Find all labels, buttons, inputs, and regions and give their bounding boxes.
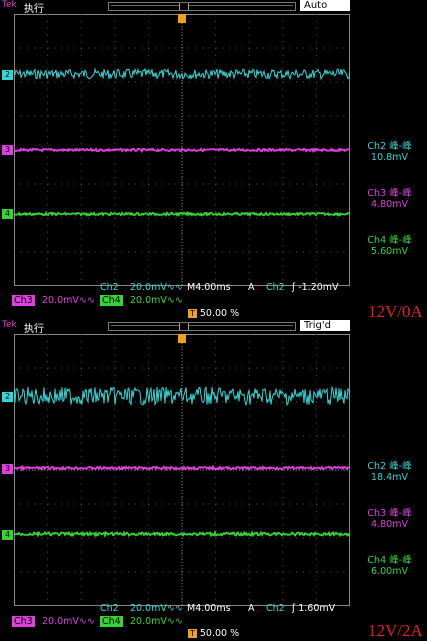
- ch3-scale: 20.0mV∿∿: [42, 295, 95, 306]
- trigger-position-icon: [178, 334, 186, 343]
- ch2-scale: 20.0mV∿∿: [130, 282, 183, 293]
- status-bar: Tek 执行 Trig'd: [0, 320, 427, 335]
- ch3-label: Ch3: [12, 295, 35, 306]
- measurement-ch4: Ch4 峰-峰 5.60mV: [352, 235, 427, 257]
- ch2-marker: 2: [2, 70, 13, 80]
- trigger-source: Ch2: [266, 282, 285, 293]
- trigger-position-value: 50.00 %: [199, 308, 240, 319]
- ch4-label: Ch4: [100, 616, 123, 627]
- trigger-t-icon: T: [188, 629, 197, 638]
- condition-label: 12V/0A: [368, 302, 423, 321]
- trigger-position: T 50.00 %: [188, 308, 239, 319]
- graticule-svg: [14, 334, 350, 606]
- trigger-mode: A: [248, 282, 255, 293]
- graticule-svg: [14, 14, 350, 286]
- status-bar: Tek 执行 Auto: [0, 0, 427, 15]
- ch3-label: Ch3: [12, 616, 35, 627]
- ch2-label: Ch2: [100, 603, 119, 614]
- scope-panel-1: Tek 执行 Auto 2 3 4 Ch2 峰-峰 10.8mV Ch3 峰-峰…: [0, 0, 427, 321]
- record-position-bar: [108, 322, 296, 331]
- measurement-ch2: Ch2 峰-峰 10.8mV: [352, 141, 427, 163]
- ch3-scale: 20.0mV∿∿: [42, 616, 95, 627]
- measurement-title: Ch2 峰-峰: [367, 141, 412, 152]
- measurement-ch3: Ch3 峰-峰 4.80mV: [352, 188, 427, 210]
- scale-row-1: Ch2 20.0mV∿∿ M4.00ms A Ch2 ʃ 1.60mV: [0, 603, 427, 614]
- measurement-title: Ch3 峰-峰: [367, 508, 412, 519]
- run-label: 执行: [24, 4, 44, 15]
- ch4-marker: 4: [2, 530, 13, 540]
- trigger-state: Trig'd: [300, 320, 350, 331]
- run-state: Tek: [2, 0, 17, 10]
- ch4-scale: 20.0mV∿∿: [130, 616, 183, 627]
- ch3-trace: [14, 464, 350, 472]
- measurement-ch2: Ch2 峰-峰 18.4mV: [352, 461, 427, 483]
- ch3-trace: [14, 147, 350, 154]
- measurement-value: 4.80mV: [371, 519, 408, 530]
- graticule: [14, 334, 350, 606]
- ch3-marker: 3: [2, 464, 13, 474]
- trigger-mode: A: [248, 603, 255, 614]
- scope-panel-2: Tek 执行 Trig'd 2 3 4 Ch2 峰-峰 18.4mV Ch3 峰…: [0, 320, 427, 640]
- condition-label: 12V/2A: [368, 621, 423, 640]
- scale-row-1: Ch2 20.0mV∿∿ M4.00ms A Ch2 ʃ -1.20mV: [0, 282, 427, 293]
- ch4-marker: 4: [2, 209, 13, 219]
- ch3-marker: 3: [2, 145, 13, 155]
- ch4-label: Ch4: [100, 295, 123, 306]
- ch4-scale: 20.0mV∿∿: [130, 295, 183, 306]
- ch4-trace: [14, 210, 350, 217]
- ch2-scale: 20.0mV∿∿: [130, 603, 183, 614]
- record-position-bar: [108, 2, 296, 11]
- run-label: 执行: [24, 324, 44, 335]
- trigger-state: Auto: [300, 0, 350, 11]
- measurement-title: Ch4 峰-峰: [367, 235, 412, 246]
- trigger-position-icon: [178, 14, 186, 23]
- measurement-value: 10.8mV: [371, 152, 408, 163]
- trigger-level: ʃ -1.20mV: [292, 282, 339, 293]
- trigger-level: ʃ 1.60mV: [292, 603, 336, 614]
- scale-row-2: Ch3 20.0mV∿∿ Ch4 20.0mV∿∿: [0, 616, 427, 627]
- measurement-ch4: Ch4 峰-峰 6.00mV: [352, 555, 427, 577]
- timebase: M4.00ms: [187, 603, 231, 614]
- measurement-value: 5.60mV: [371, 246, 408, 257]
- measurement-value: 4.80mV: [371, 199, 408, 210]
- run-state: Tek: [2, 320, 17, 330]
- measurement-title: Ch4 峰-峰: [367, 555, 412, 566]
- graticule: [14, 14, 350, 286]
- ch2-label: Ch2: [100, 282, 119, 293]
- measurement-value: 18.4mV: [371, 472, 408, 483]
- trigger-source: Ch2: [266, 603, 285, 614]
- measurement-title: Ch3 峰-峰: [367, 188, 412, 199]
- timebase: M4.00ms: [187, 282, 231, 293]
- trigger-t-icon: T: [188, 309, 197, 318]
- trigger-position: T 50.00 %: [188, 628, 239, 639]
- measurement-value: 6.00mV: [371, 566, 408, 577]
- trigger-position-value: 50.00 %: [199, 628, 240, 639]
- ch2-marker: 2: [2, 392, 13, 402]
- scale-row-2: Ch3 20.0mV∿∿ Ch4 20.0mV∿∿: [0, 295, 427, 306]
- measurement-ch3: Ch3 峰-峰 4.80mV: [352, 508, 427, 530]
- measurement-title: Ch2 峰-峰: [367, 461, 412, 472]
